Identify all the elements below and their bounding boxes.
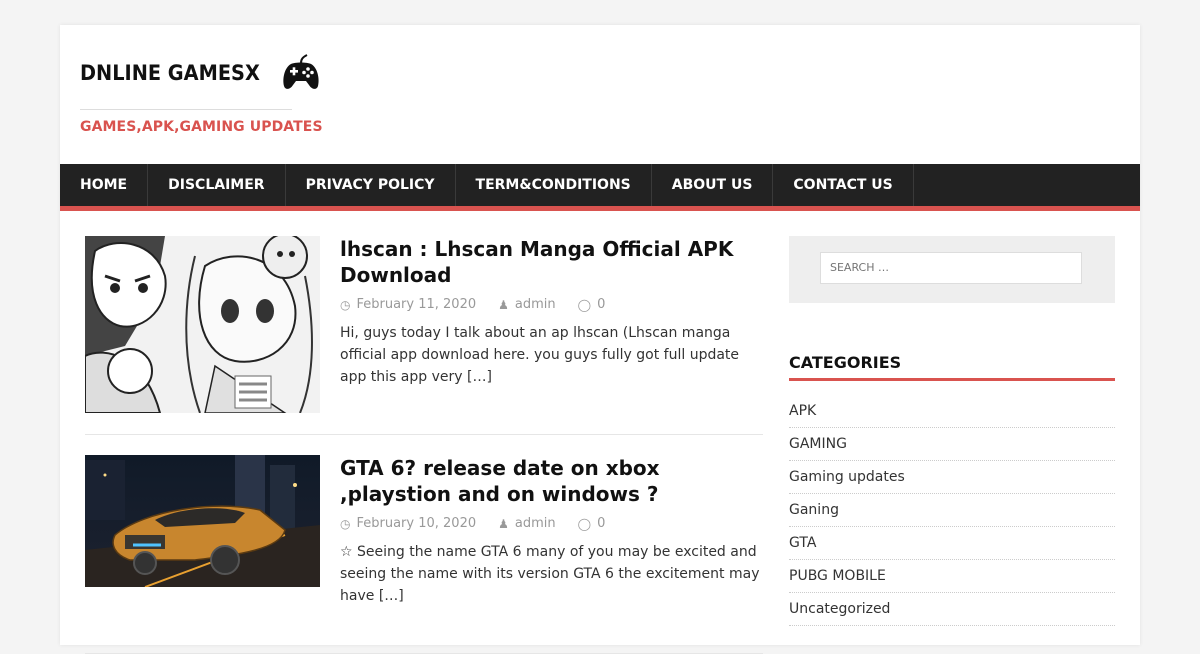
post-thumbnail-manga[interactable] xyxy=(85,236,320,413)
post-meta: ◷ February 11, 2020 ♟ admin ◯ 0 xyxy=(340,297,765,312)
tagline-divider xyxy=(80,109,292,110)
post-comment-count[interactable]: 0 xyxy=(597,297,605,312)
comment-icon: ◯ xyxy=(577,297,592,312)
nav-item-contact-us[interactable]: CONTACT US xyxy=(773,164,914,206)
main-navigation: HOME DISCLAIMER PRIVACY POLICY TERM&COND… xyxy=(60,164,1140,211)
post-title[interactable]: lhscan : Lhscan Manga Official APK Downl… xyxy=(340,236,765,288)
category-item-apk[interactable]: APK xyxy=(789,395,1115,428)
nav-item-terms-conditions[interactable]: TERM&CONDITIONS xyxy=(456,164,652,206)
user-icon: ♟ xyxy=(498,297,509,312)
post-item: lhscan : Lhscan Manga Official APK Downl… xyxy=(85,236,763,435)
gamepad-icon xyxy=(281,54,321,92)
post-list: lhscan : Lhscan Manga Official APK Downl… xyxy=(85,236,763,654)
post-excerpt: Hi, guys today I talk about an ap lhscan… xyxy=(340,322,765,388)
category-item-gaming[interactable]: GAMING xyxy=(789,428,1115,461)
category-item-ganing[interactable]: Ganing xyxy=(789,494,1115,527)
post-meta: ◷ February 10, 2020 ♟ admin ◯ 0 xyxy=(340,516,765,531)
post-author[interactable]: admin xyxy=(515,297,556,312)
post-item: GTA 6? release date on xbox ,playstion a… xyxy=(85,455,763,654)
post-thumbnail-gta[interactable] xyxy=(85,455,320,587)
post-comment-count[interactable]: 0 xyxy=(597,516,605,531)
category-item-pubg-mobile[interactable]: PUBG MOBILE xyxy=(789,560,1115,593)
sidebar: CATEGORIES APK GAMING Gaming updates Gan… xyxy=(789,236,1115,626)
category-item-gaming-updates[interactable]: Gaming updates xyxy=(789,461,1115,494)
categories-list: APK GAMING Gaming updates Ganing GTA PUB… xyxy=(789,395,1115,626)
post-date[interactable]: February 10, 2020 xyxy=(356,516,476,531)
nav-item-disclaimer[interactable]: DISCLAIMER xyxy=(148,164,286,206)
clock-icon: ◷ xyxy=(340,297,351,312)
page-container: DNLINE GAMESX GAMES,APK,GAMING UPDATES H… xyxy=(60,25,1140,654)
categories-title: CATEGORIES xyxy=(789,353,1115,381)
post-excerpt-text: Hi, guys today I talk about an ap lhscan… xyxy=(340,325,740,385)
search-input[interactable] xyxy=(820,252,1082,284)
post-excerpt: ☆ Seeing the name GTA 6 many of you may … xyxy=(340,541,765,607)
category-item-gta[interactable]: GTA xyxy=(789,527,1115,560)
post-date[interactable]: February 11, 2020 xyxy=(356,297,476,312)
nav-item-home[interactable]: HOME xyxy=(60,164,149,206)
read-more-link[interactable]: […] xyxy=(467,369,492,385)
nav-item-about-us[interactable]: ABOUT US xyxy=(652,164,774,206)
site-tagline: GAMES,APK,GAMING UPDATES xyxy=(80,119,323,135)
search-widget xyxy=(789,236,1115,303)
site-logo[interactable]: DNLINE GAMESX xyxy=(80,53,321,93)
clock-icon: ◷ xyxy=(340,516,351,531)
category-item-uncategorized[interactable]: Uncategorized xyxy=(789,593,1115,626)
post-author[interactable]: admin xyxy=(515,516,556,531)
read-more-link[interactable]: […] xyxy=(379,588,404,604)
comment-icon: ◯ xyxy=(577,516,592,531)
site-header: DNLINE GAMESX GAMES,APK,GAMING UPDATES xyxy=(60,25,1140,164)
nav-item-privacy-policy[interactable]: PRIVACY POLICY xyxy=(286,164,456,206)
logo-text: DNLINE GAMESX xyxy=(80,61,260,85)
user-icon: ♟ xyxy=(498,516,509,531)
post-body: lhscan : Lhscan Manga Official APK Downl… xyxy=(340,236,765,388)
post-body: GTA 6? release date on xbox ,playstion a… xyxy=(340,455,765,607)
post-title[interactable]: GTA 6? release date on xbox ,playstion a… xyxy=(340,455,765,507)
